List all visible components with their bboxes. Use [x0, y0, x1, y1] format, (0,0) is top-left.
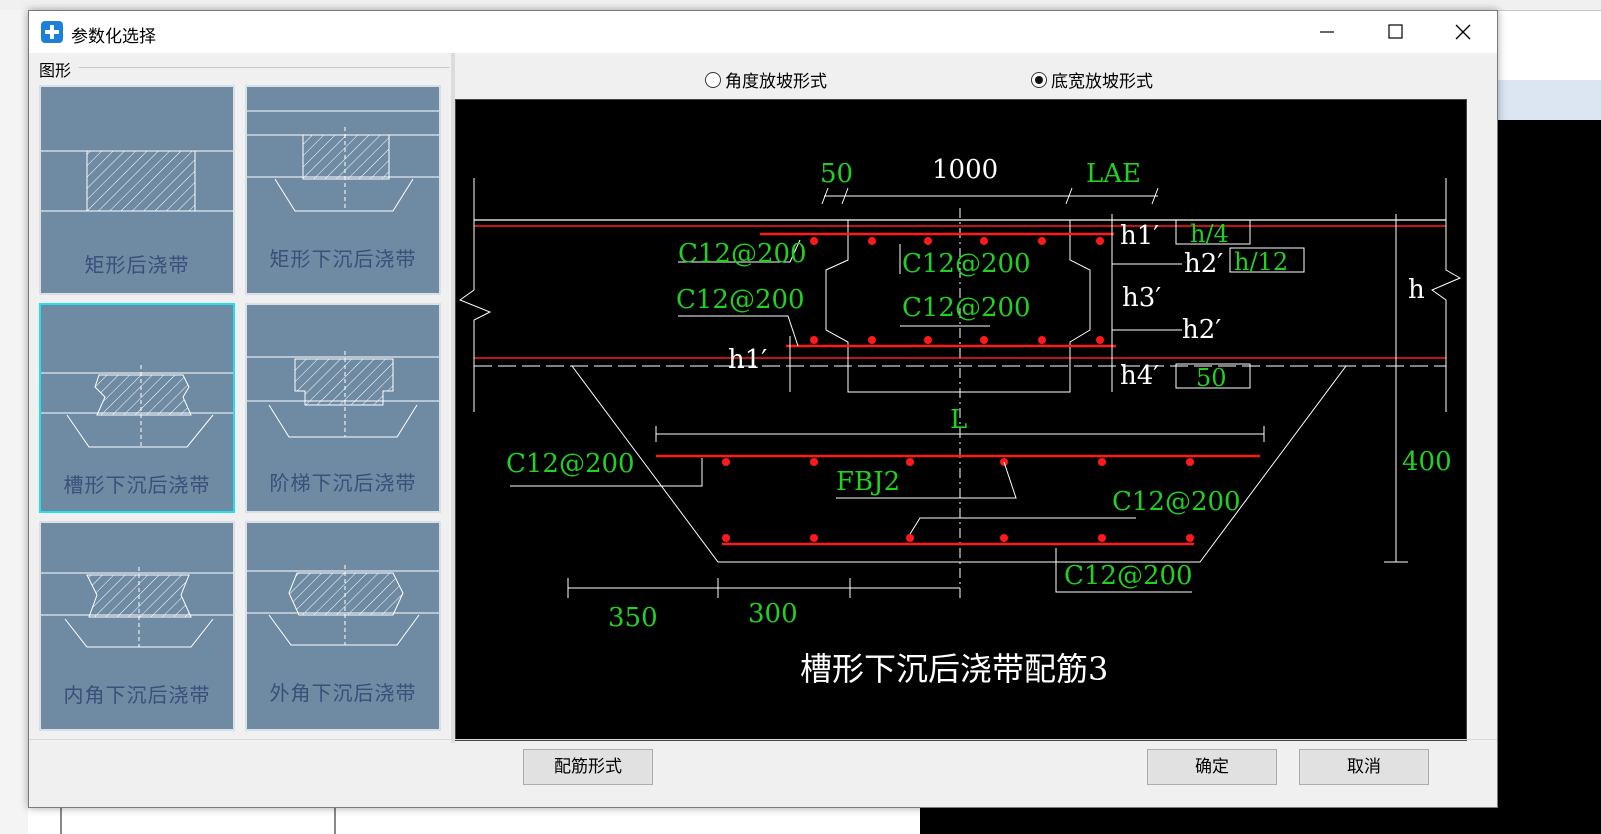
dim-h: h	[1408, 275, 1425, 305]
rebar-diagram: 50 1000 LAE h1′ h/4 h2′ h/12 h3′ h2′ h h…	[458, 155, 1462, 688]
cad-preview: 50 1000 LAE h1′ h/4 h2′ h/12 h3′ h2′ h h…	[455, 99, 1467, 741]
rebar-label: C12@200	[676, 285, 805, 315]
break-mark-left	[458, 178, 492, 412]
rebar-label: C12@200	[506, 449, 635, 479]
rebar-label: C12@200	[902, 249, 1031, 279]
dim-h1-prime-left: h1′	[728, 345, 767, 375]
dim-300: 300	[748, 599, 798, 629]
title-bar[interactable]: 参数化选择	[29, 11, 1497, 53]
rebar-label: C12@200	[678, 239, 807, 269]
maximize-button[interactable]	[1361, 11, 1429, 53]
thumb-label: 矩形下沉后浇带	[269, 247, 417, 271]
shape-group: 图形 矩形后浇带 矩形下沉后浇带 槽形下沉后浇带 阶梯下沉后浇带 内角下沉后浇带…	[29, 53, 451, 743]
group-divider	[79, 67, 449, 68]
slope-form-options: 角度放坡形式 底宽放坡形式	[453, 59, 1493, 99]
rebar-label: FBJ2	[836, 467, 900, 497]
dim-L: L	[950, 405, 967, 435]
dim-h4-prime: h4′	[1120, 361, 1159, 391]
radio-checked-icon[interactable]	[1031, 71, 1047, 88]
window-title: 参数化选择	[71, 27, 156, 47]
group-label: 图形	[39, 57, 76, 81]
break-mark-right	[1430, 178, 1462, 412]
dim-h3-prime: h3′	[1122, 283, 1161, 313]
close-button[interactable]	[1429, 11, 1497, 53]
thumb-label: 阶梯下沉后浇带	[269, 471, 417, 495]
background-divider	[334, 806, 336, 834]
background-cad-view	[1496, 120, 1601, 834]
background-app-header	[1496, 80, 1601, 120]
dim-350: 350	[608, 603, 658, 633]
thumb-label: 外角下沉后浇带	[269, 681, 417, 705]
shape-thumb-inner-corner[interactable]: 内角下沉后浇带	[39, 521, 235, 731]
dim-400: 400	[1402, 447, 1452, 477]
radio-unchecked-icon[interactable]	[705, 71, 721, 88]
thumb-label: 槽形下沉后浇带	[63, 473, 211, 497]
shape-thumb-step-sunken[interactable]: 阶梯下沉后浇带	[245, 303, 441, 513]
rebar-form-button[interactable]: 配筋形式	[523, 749, 653, 785]
radio-bottom-width-slope[interactable]: 底宽放坡形式	[1031, 67, 1153, 92]
ok-button[interactable]: 确定	[1147, 749, 1277, 785]
dim-lae: LAE	[1086, 159, 1141, 189]
dim-h4-box: h/4	[1190, 220, 1229, 248]
dim-1000: 1000	[932, 155, 998, 185]
radio-label: 底宽放坡形式	[1051, 72, 1153, 92]
background-cad-bottom	[920, 806, 1496, 834]
radio-angle-slope[interactable]: 角度放坡形式	[705, 67, 827, 92]
parametric-select-dialog: 参数化选择 图形 矩形后浇带 矩形下沉后浇带 槽形下沉后浇带 阶梯下沉后浇带 内…	[28, 10, 1498, 808]
radio-label: 角度放坡形式	[725, 72, 827, 92]
background-app-sidebar	[0, 10, 29, 834]
bottom-divider	[29, 739, 1497, 740]
shape-thumb-trough-sunken[interactable]: 槽形下沉后浇带	[39, 303, 235, 513]
rebar-label: C12@200	[1064, 561, 1193, 591]
dim-50-top: 50	[820, 159, 853, 189]
cancel-button[interactable]: 取消	[1299, 749, 1429, 785]
dim-h1-prime: h1′	[1120, 221, 1159, 251]
background-divider	[60, 806, 62, 834]
diagram-title: 槽形下沉后浇带配筋3	[800, 650, 1108, 688]
shape-thumb-rect-sunken[interactable]: 矩形下沉后浇带	[245, 85, 441, 295]
dim-h2-prime: h2′	[1184, 249, 1223, 279]
shape-thumb-outer-corner[interactable]: 外角下沉后浇带	[245, 521, 441, 731]
thumb-label: 矩形后浇带	[84, 253, 190, 277]
rebar-label: C12@200	[902, 293, 1031, 323]
minimize-button[interactable]	[1293, 11, 1361, 53]
rebar-label: C12@200	[1112, 487, 1241, 517]
dim-h2-prime-lower: h2′	[1182, 315, 1221, 345]
app-icon	[41, 21, 63, 43]
dim-h12-box: h/12	[1234, 248, 1288, 276]
dim-50-box: 50	[1196, 364, 1227, 392]
trough-outline	[571, 365, 1347, 563]
thumb-label: 内角下沉后浇带	[63, 683, 211, 707]
shape-thumb-rect[interactable]: 矩形后浇带	[39, 85, 235, 295]
